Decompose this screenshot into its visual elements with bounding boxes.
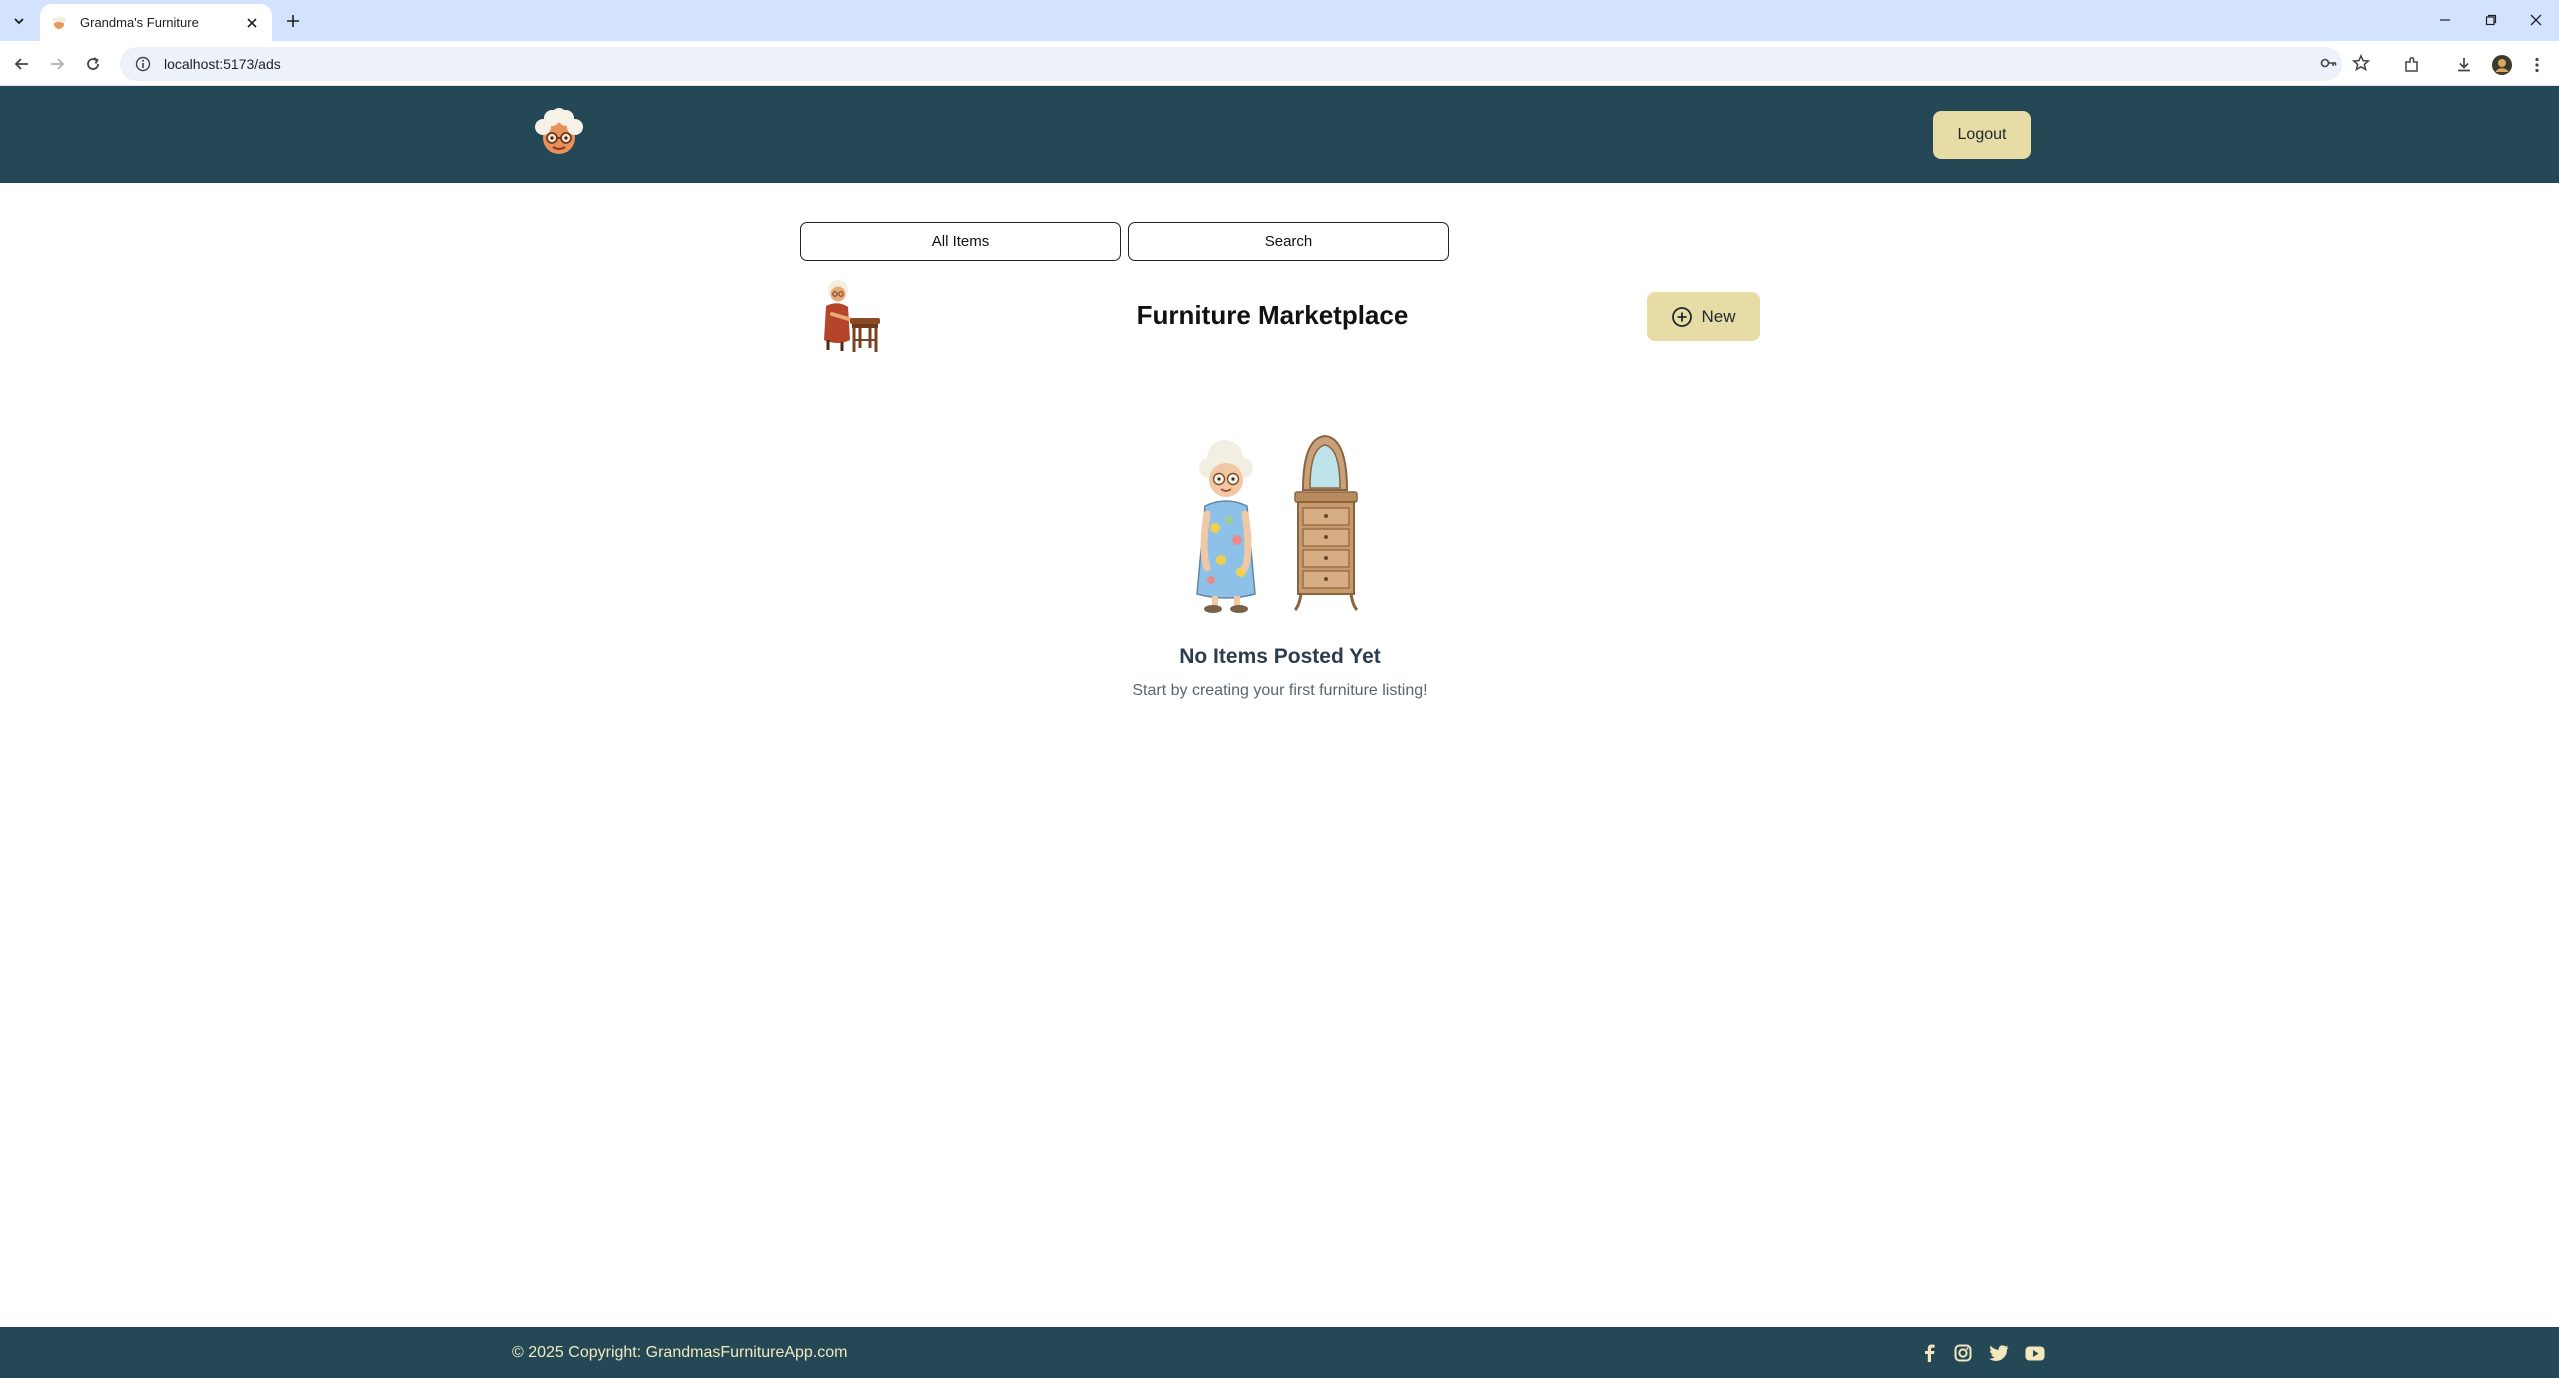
tab-title: Grandma's Furniture [80,15,199,30]
plus-icon[interactable] [280,8,306,34]
browser-tab-active[interactable]: Grandma's Furniture [40,4,272,41]
url-text: localhost:5173/ads [164,56,281,72]
grandma-logo-icon[interactable] [530,105,588,163]
empty-state-title: No Items Posted Yet [1179,645,1381,668]
all-items-button[interactable]: All Items [800,222,1121,261]
facebook-icon[interactable] [1918,1342,1940,1364]
app-header: Logout [0,86,2559,183]
twitter-icon[interactable] [1988,1342,2010,1364]
site-info-icon[interactable] [134,55,152,73]
restore-icon[interactable] [2476,6,2506,34]
forward-icon[interactable] [44,51,70,77]
address-bar[interactable]: localhost:5173/ads [120,47,2342,81]
password-key-icon[interactable] [2315,49,2343,77]
back-icon[interactable] [9,51,35,77]
grandma-with-vanity-dresser-icon [1185,430,1377,618]
bookmark-star-icon[interactable] [2347,49,2375,77]
new-item-label: New [1701,306,1736,326]
minimize-icon[interactable] [2430,6,2460,34]
youtube-icon[interactable] [2024,1342,2046,1364]
download-icon[interactable] [2450,51,2478,79]
window-close-icon[interactable] [2521,6,2551,34]
profile-avatar[interactable] [2488,51,2516,79]
grandma-favicon-icon [50,14,68,32]
marketplace-title: Furniture Marketplace [1136,300,1409,330]
app-footer: © 2025 Copyright: GrandmasFurnitureApp.c… [0,1327,2559,1378]
instagram-icon[interactable] [1952,1342,1974,1364]
logout-button[interactable]: Logout [1933,111,2031,159]
search-button[interactable]: Search [1128,222,1449,261]
close-icon[interactable] [242,13,262,33]
browser-toolbar: localhost:5173/ads [0,41,2559,86]
extensions-icon[interactable] [2398,51,2426,79]
plus-circle-icon [1671,306,1693,328]
more-menu-icon[interactable] [2523,51,2551,79]
copyright-text: © 2025 Copyright: GrandmasFurnitureApp.c… [512,1344,848,1361]
reload-icon[interactable] [80,51,106,77]
browser-tabstrip: Grandma's Furniture [0,0,2559,41]
grandma-with-chair-icon [812,274,888,356]
new-item-button[interactable]: New [1647,292,1760,341]
tab-list-icon[interactable] [6,8,32,34]
empty-state-subtitle: Start by creating your first furniture l… [1132,682,1428,699]
